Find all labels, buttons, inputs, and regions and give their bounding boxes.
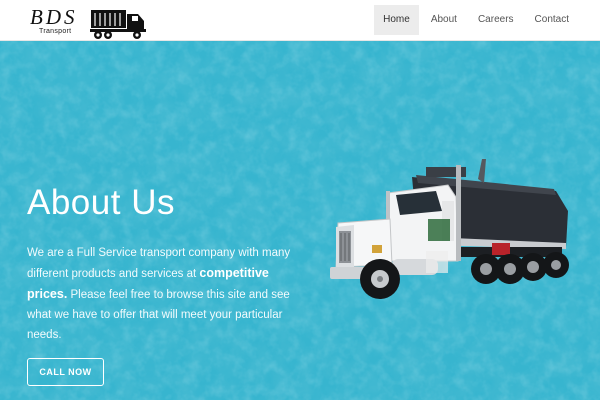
call-now-button[interactable]: CALL NOW [27, 358, 104, 386]
dump-truck-icon [90, 10, 146, 39]
logo-subtext: Transport [39, 28, 72, 35]
dump-truck-photo [330, 159, 569, 299]
logo-text: BDS [30, 5, 78, 29]
site-header: BDS Transport Home About Careers Contact [0, 0, 600, 41]
nav-careers[interactable]: Careers [469, 5, 523, 35]
nav-contact[interactable]: Contact [526, 5, 578, 35]
nav-about[interactable]: About [422, 5, 466, 35]
nav-home[interactable]: Home [374, 5, 419, 35]
hero-section: About Us We are a Full Service transport… [0, 41, 600, 400]
page-title: About Us [27, 183, 175, 222]
intro-paragraph: We are a Full Service transport company … [27, 243, 297, 345]
intro-text-end: Please feel free to browse this site and… [27, 289, 290, 341]
brand-logo[interactable]: BDS Transport [30, 5, 150, 39]
main-nav: Home About Careers Contact [371, 5, 578, 35]
